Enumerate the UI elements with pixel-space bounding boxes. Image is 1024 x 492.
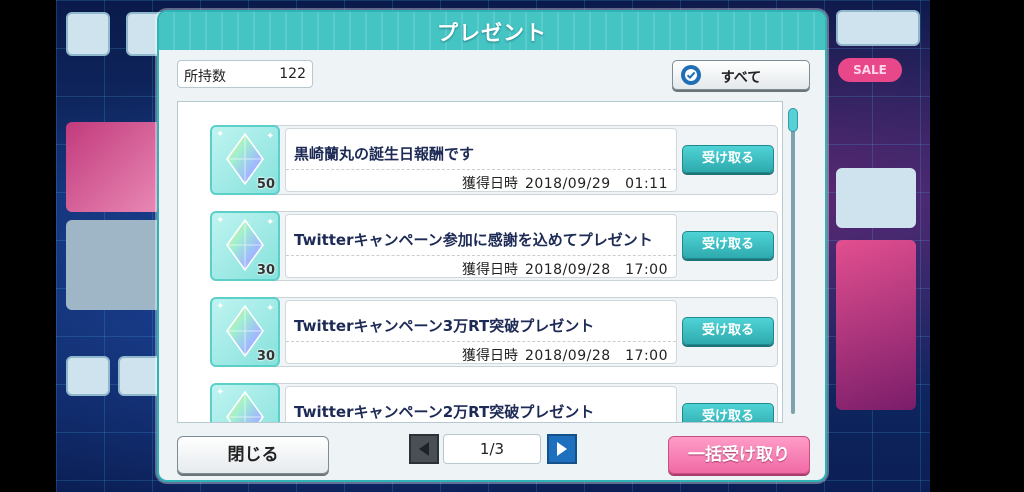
next-page-icon — [557, 442, 567, 456]
crystal-icon: ✦ ✦ 30 — [210, 297, 280, 367]
sale-badge: SALE — [838, 58, 902, 82]
prev-page-icon — [419, 442, 429, 456]
present-list: ✦ ✦ 50 黒崎蘭丸の誕生日報酬です 獲得日時 2018/09/29 01:1… — [177, 101, 783, 423]
page-indicator: 1/3 — [443, 434, 541, 464]
list-item: ✦ Twitterキャンペーン2万RT突破プレゼント 受け取る — [192, 383, 778, 422]
present-dialog: プレゼント 所持数 122 すべて ✦ ✦ 50 黒崎蘭丸の誕生日報酬です 獲得… — [157, 10, 827, 482]
item-date: 2018/09/28 17:00 — [524, 262, 668, 278]
select-all-label: すべて — [720, 70, 762, 86]
owned-count-box: 所持数 122 — [177, 60, 313, 88]
background-banner-right — [836, 240, 916, 410]
receive-button[interactable]: 受け取る — [682, 403, 774, 422]
item-date: 2018/09/28 17:00 — [524, 348, 668, 364]
receive-button[interactable]: 受け取る — [682, 317, 774, 345]
receive-button[interactable]: 受け取る — [682, 145, 774, 173]
background-banner-left — [66, 122, 162, 212]
background-mail-icon — [118, 356, 162, 396]
owned-count-label: 所持数 — [184, 69, 226, 85]
next-page-button[interactable] — [547, 434, 577, 464]
list-scrollbar-track[interactable] — [791, 108, 795, 414]
prev-page-button[interactable] — [409, 434, 439, 464]
item-date-label: 獲得日時 — [462, 348, 518, 364]
item-text-card: 黒崎蘭丸の誕生日報酬です 獲得日時 2018/09/29 01:11 — [285, 128, 677, 192]
item-separator — [286, 169, 676, 170]
background-panel-right — [836, 168, 916, 228]
item-separator — [286, 341, 676, 342]
background-panel-left — [66, 220, 162, 310]
item-title: Twitterキャンペーン3万RT突破プレゼント — [294, 317, 595, 335]
dialog-header: プレゼント — [159, 12, 825, 50]
crystal-icon: ✦ ✦ 30 — [210, 211, 280, 281]
background-profile-icon — [66, 12, 110, 56]
item-quantity: 30 — [256, 349, 275, 364]
background-gift-icon — [66, 356, 110, 396]
item-title: Twitterキャンペーン2万RT突破プレゼント — [294, 403, 595, 421]
item-quantity: 50 — [256, 177, 275, 192]
crystal-icon: ✦ — [210, 383, 280, 422]
receive-button[interactable]: 受け取る — [682, 231, 774, 259]
item-text-card: Twitterキャンペーン3万RT突破プレゼント 獲得日時 2018/09/28… — [285, 300, 677, 364]
item-separator — [286, 255, 676, 256]
close-button[interactable]: 閉じる — [177, 436, 329, 474]
item-title: 黒崎蘭丸の誕生日報酬です — [294, 145, 475, 163]
item-date-label: 獲得日時 — [462, 262, 518, 278]
item-date-label: 獲得日時 — [462, 176, 518, 192]
list-item: ✦ ✦ 50 黒崎蘭丸の誕生日報酬です 獲得日時 2018/09/29 01:1… — [192, 125, 778, 197]
bulk-receive-button[interactable]: 一括受け取り — [668, 436, 810, 474]
list-item: ✦ ✦ 30 Twitterキャンペーン参加に感謝を込めてプレゼント 獲得日時 … — [192, 211, 778, 283]
list-scrollbar-thumb[interactable] — [788, 108, 798, 132]
item-text-card: Twitterキャンペーン参加に感謝を込めてプレゼント 獲得日時 2018/09… — [285, 214, 677, 278]
select-all-button[interactable]: すべて — [672, 60, 810, 90]
background-currency — [836, 10, 920, 46]
item-date: 2018/09/29 01:11 — [524, 176, 668, 192]
list-item: ✦ ✦ 30 Twitterキャンペーン3万RT突破プレゼント 獲得日時 201… — [192, 297, 778, 369]
item-quantity: 30 — [256, 263, 275, 278]
item-title: Twitterキャンペーン参加に感謝を込めてプレゼント — [294, 231, 653, 249]
crystal-icon: ✦ ✦ 50 — [210, 125, 280, 195]
dialog-title: プレゼント — [437, 21, 547, 45]
owned-count-value: 122 — [279, 66, 306, 82]
item-text-card: Twitterキャンペーン2万RT突破プレゼント — [285, 386, 677, 422]
